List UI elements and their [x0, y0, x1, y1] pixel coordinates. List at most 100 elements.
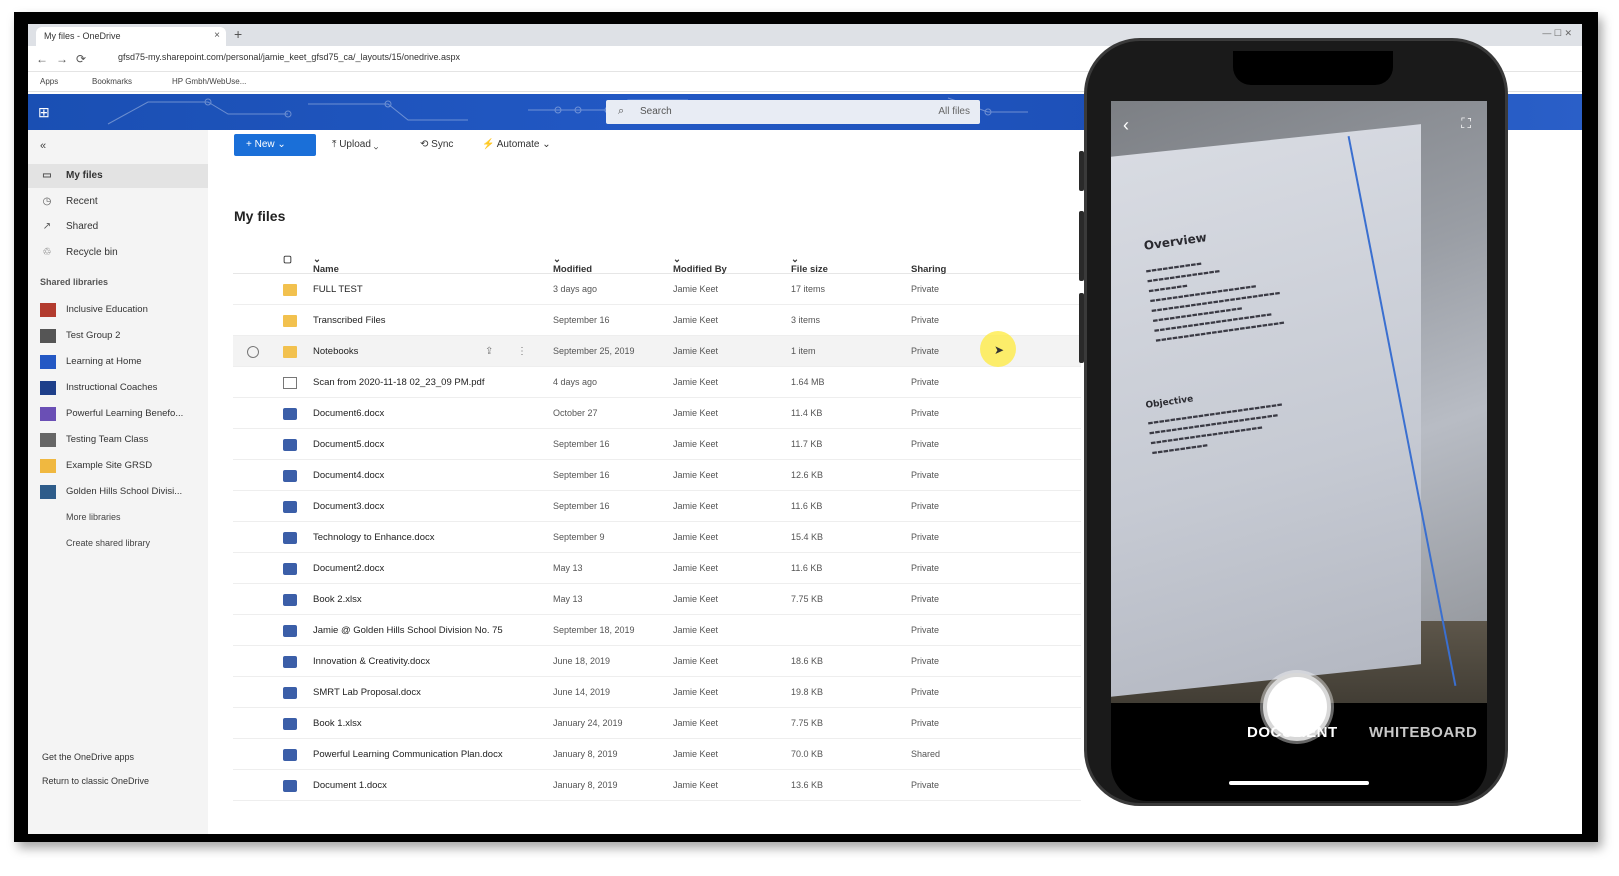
search-scope-dropdown[interactable]: All files	[938, 106, 970, 117]
row-select-radio[interactable]	[247, 346, 259, 358]
file-sharing: Shared	[911, 749, 941, 759]
plus-icon: +	[246, 139, 255, 150]
file-row[interactable]: Technology to Enhance.docx September 9 Jam…	[233, 522, 1081, 553]
column-modified-by[interactable]: Modified By ⌄	[673, 254, 727, 275]
tab-close-icon[interactable]: ×	[214, 30, 220, 41]
file-name[interactable]: Document2.docx	[313, 563, 384, 574]
file-row[interactable]: SMRT Lab Proposal.docx June 14, 2019 Jamie…	[233, 677, 1081, 708]
file-row[interactable]: Document2.docx May 13 Jamie Keet 11.6 KB Pri…	[233, 553, 1081, 584]
file-name[interactable]: Document6.docx	[313, 408, 384, 419]
bookmark-hp[interactable]: HP Gmbh/WebUse...	[172, 77, 246, 86]
file-row[interactable]: Document4.docx September 16 Jamie Keet 12.6…	[233, 460, 1081, 491]
mode-document[interactable]: DOCUMENT	[1247, 724, 1338, 741]
library-label: Powerful Learning Benefo...	[66, 408, 184, 419]
file-modified-by: Jamie Keet	[673, 625, 719, 635]
get-onedrive-apps-link[interactable]: Get the OneDrive apps	[42, 752, 134, 762]
automate-icon: ⚡	[482, 139, 497, 150]
library-inclusive-education[interactable]: Inclusive Education	[28, 298, 208, 322]
file-modified-by: Jamie Keet	[673, 501, 719, 511]
file-type-column-icon[interactable]: ▢	[283, 254, 292, 265]
file-row[interactable]: Document5.docx September 16 Jamie Keet 11.7…	[233, 429, 1081, 460]
nav-my-files[interactable]: ▭ My files	[28, 164, 208, 188]
file-name[interactable]: Powerful Learning Communication Plan.doc…	[313, 749, 503, 760]
file-name[interactable]: Document3.docx	[313, 501, 384, 512]
sync-button[interactable]: ⟲ Sync	[420, 139, 453, 150]
home-indicator[interactable]	[1229, 781, 1369, 785]
document-file-icon	[283, 718, 297, 730]
file-name[interactable]: Notebooks	[313, 346, 358, 357]
file-row[interactable]: Jamie @ Golden Hills School Division No.…	[233, 615, 1081, 646]
file-row[interactable]: Book 2.xlsx May 13 Jamie Keet 7.75 KB Privat…	[233, 584, 1081, 615]
return-to-classic-link[interactable]: Return to classic OneDrive	[42, 776, 149, 786]
back-arrow-icon[interactable]: ‹	[1123, 115, 1129, 136]
file-name[interactable]: Scan from 2020-11-18 02_23_09 PM.pdf	[313, 377, 484, 388]
library-golden-hills[interactable]: Golden Hills School Divisi...	[28, 480, 208, 504]
camera-viewfinder: Overview ▬▬▬▬▬▬▬▬▬▬ ▬▬▬▬▬▬▬▬▬▬▬▬▬ ▬▬▬▬▬▬▬ ▬…	[1111, 101, 1487, 703]
more-libraries-link[interactable]: More libraries	[66, 512, 121, 522]
collapse-nav-button[interactable]: «	[40, 140, 46, 152]
library-example-site[interactable]: Example Site GRSD	[28, 454, 208, 478]
crop-icon[interactable]: ⛶	[1461, 115, 1471, 132]
new-tab-button[interactable]: +	[234, 26, 242, 42]
nav-recent[interactable]: ◷ Recent	[28, 190, 208, 214]
column-name[interactable]: Name ⌄	[313, 254, 339, 275]
app-launcher-icon[interactable]: ⊞	[38, 104, 50, 121]
library-powerful-learning[interactable]: Powerful Learning Benefo...	[28, 402, 208, 426]
automate-button[interactable]: ⚡ Automate ⌄	[482, 139, 551, 150]
phone-mute-button	[1079, 151, 1084, 191]
file-name[interactable]: Book 2.xlsx	[313, 594, 362, 605]
column-file-size[interactable]: File size ⌄	[791, 254, 828, 275]
file-name[interactable]: Document4.docx	[313, 470, 384, 481]
share-icon[interactable]: ⇪	[485, 346, 493, 357]
mode-whiteboard[interactable]: WHITEBOARD	[1369, 724, 1477, 741]
file-row[interactable]: Transcribed Files September 16 Jamie Keet 3…	[233, 305, 1081, 336]
file-row[interactable]: Document6.docx October 27 Jamie Keet 11.4 K…	[233, 398, 1081, 429]
file-row[interactable]: Book 1.xlsx January 24, 2019 Jamie Keet 7.7…	[233, 708, 1081, 739]
file-row[interactable]: Scan from 2020-11-18 02_23_09 PM.pdf 4 da…	[233, 367, 1081, 398]
search-icon: ⌕	[618, 105, 625, 117]
column-modified[interactable]: Modified ⌄	[553, 254, 592, 275]
nav-shared[interactable]: ↗ Shared	[28, 215, 208, 239]
file-row[interactable]: Innovation & Creativity.docx June 18, 201…	[233, 646, 1081, 677]
file-row[interactable]: FULL TEST 3 days ago Jamie Keet 17 items Pri…	[233, 274, 1081, 305]
window-controls[interactable]: — ☐ ✕	[1542, 28, 1572, 39]
file-sharing: Private	[911, 625, 940, 635]
file-name[interactable]: Book 1.xlsx	[313, 718, 362, 729]
file-name[interactable]: Document 1.docx	[313, 780, 387, 791]
folder-icon: ▭	[42, 170, 52, 181]
nav-buttons[interactable]: ←→⟳	[36, 52, 94, 66]
library-test-group-2[interactable]: Test Group 2	[28, 324, 208, 348]
file-modified-by: Jamie Keet	[673, 470, 719, 480]
new-button[interactable]: + New ⌄	[234, 134, 316, 156]
file-sharing: Private	[911, 284, 940, 294]
library-instructional-coaches[interactable]: Instructional Coaches	[28, 376, 208, 400]
library-learning-at-home[interactable]: Learning at Home	[28, 350, 208, 374]
tab-onedrive[interactable]: My files - OneDrive ×	[36, 27, 226, 46]
file-name[interactable]: Technology to Enhance.docx	[313, 532, 434, 543]
file-name[interactable]: Transcribed Files	[313, 315, 386, 326]
search-box[interactable]: ⌕ Search All files	[606, 100, 980, 124]
file-name[interactable]: Innovation & Creativity.docx	[313, 656, 430, 667]
file-modified: 3 days ago	[553, 284, 598, 294]
library-label: Golden Hills School Divisi...	[66, 486, 183, 497]
file-name[interactable]: SMRT Lab Proposal.docx	[313, 687, 421, 698]
file-name[interactable]: Document5.docx	[313, 439, 384, 450]
nav-recycle-bin[interactable]: ♲ Recycle bin	[28, 241, 208, 265]
folder-icon	[283, 315, 297, 327]
url-field[interactable]: gfsd75-my.sharepoint.com/personal/jamie_…	[118, 52, 460, 62]
create-shared-library-link[interactable]: Create shared library	[66, 538, 150, 548]
upload-button[interactable]: ⤒ Upload ⌄	[332, 139, 378, 150]
file-name[interactable]: Jamie @ Golden Hills School Division No.…	[313, 625, 503, 636]
library-testing-team-class[interactable]: Testing Team Class	[28, 428, 208, 452]
file-row[interactable]: Document3.docx September 16 Jamie Keet 11.6…	[233, 491, 1081, 522]
file-name[interactable]: FULL TEST	[313, 284, 363, 295]
file-modified: September 16	[553, 315, 610, 325]
library-icon	[40, 433, 56, 447]
file-size: 11.4 KB	[791, 408, 823, 418]
bookmark-apps[interactable]: Apps	[40, 77, 58, 86]
bookmark-bookmarks[interactable]: Bookmarks	[92, 77, 132, 86]
more-options-icon[interactable]: ⋮	[517, 346, 527, 357]
file-row[interactable]: Document 1.docx January 8, 2019 Jamie Keet…	[233, 770, 1081, 801]
file-row[interactable]: Powerful Learning Communication Plan.doc…	[233, 739, 1081, 770]
file-row[interactable]: Notebooks ⇪ ⋮ September 25, 2019 Jamie Keet 1…	[233, 336, 1081, 367]
